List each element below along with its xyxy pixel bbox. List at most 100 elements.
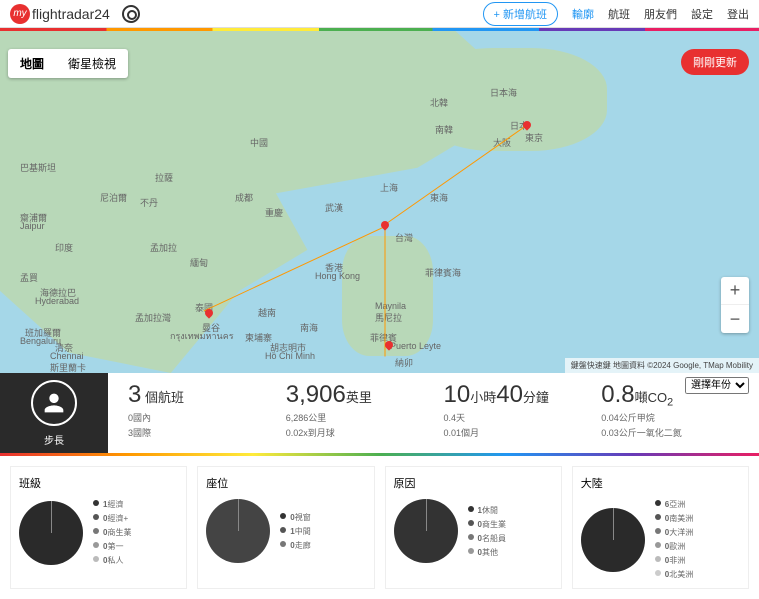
map-label: 拉薩	[155, 171, 173, 184]
logo-icon: my	[10, 4, 30, 24]
zoom-out-button[interactable]: −	[721, 305, 749, 333]
map-attribution: 鍵盤快速鍵 地圖資料 ©2024 Google, TMap Mobility	[565, 358, 759, 373]
donut-legend: 6亞洲 0南美洲 0大洋洲 0歐洲 0非洲 0北美洲	[655, 499, 693, 580]
stat-distance: 3,906英里 6,286公里 0.02x到月球	[276, 381, 434, 445]
donut-legend: 1休閒 0商生業 0名船員 0其他	[468, 505, 506, 558]
donut-chart	[394, 499, 458, 563]
map-label: 成都	[235, 191, 253, 204]
zoom-in-button[interactable]: +	[721, 277, 749, 305]
stat-flights: 3 個航班 0國內 3國際	[118, 381, 276, 445]
donut-chart	[206, 499, 270, 563]
map-label: Hyderabad	[35, 296, 79, 306]
nav-friends[interactable]: 朋友們	[644, 6, 677, 22]
map-label: Puerto Leyte	[390, 341, 441, 351]
stats-bar: 步長 選擇年份 3 個航班 0國內 3國際 3,906英里 6,286公里 0.…	[0, 373, 759, 453]
map-label: 斯里蘭卡	[50, 361, 86, 373]
map-type-toggle: 地圖 衛星檢視	[8, 49, 128, 78]
donut-legend: 1經濟 0經濟+ 0商生業 0第一 0私人	[93, 499, 131, 566]
map-label: 孟加拉灣	[135, 311, 171, 324]
map-label: 馬尼拉	[375, 311, 402, 324]
donut-title: 原因	[394, 475, 553, 491]
map-label: 南海	[300, 321, 318, 334]
refresh-icon[interactable]	[122, 5, 140, 23]
map-label: 緬甸	[190, 256, 208, 269]
map-label: 北韓	[430, 96, 448, 109]
map-label: 中國	[250, 136, 268, 149]
just-updated-badge: 剛剛更新	[681, 49, 749, 75]
avatar[interactable]	[31, 380, 77, 426]
map-label: 印度	[55, 241, 73, 254]
map-labels: 巴基斯坦尼泊爾齋浦爾Jaipur印度不丹緬甸孟加拉中國北韓南韓日本日本海大阪東京…	[0, 31, 759, 373]
legend-item: 1中間	[280, 526, 310, 537]
logo-text: flightradar24	[32, 6, 110, 22]
map-label: 東海	[430, 191, 448, 204]
donut-card: 班級 1經濟 0經濟+ 0商生業 0第一 0私人	[10, 466, 187, 589]
year-select[interactable]: 選擇年份	[685, 377, 749, 394]
nav-overview[interactable]: 輸廓	[572, 6, 594, 22]
nav-flights[interactable]: 航班	[608, 6, 630, 22]
nav-settings[interactable]: 設定	[691, 6, 713, 22]
legend-item: 0其他	[468, 547, 506, 558]
nav-logout[interactable]: 登出	[727, 6, 749, 22]
map-label: กรุงเทพมหานคร	[170, 329, 234, 343]
legend-item: 1休閒	[468, 505, 506, 516]
top-header: my flightradar24 + 新增航班 輸廓 航班 朋友們 設定 登出	[0, 0, 759, 28]
legend-item: 1經濟	[93, 499, 131, 510]
map-label: 尼泊爾	[100, 191, 127, 204]
map-label: 柬埔寨	[245, 331, 272, 344]
legend-item: 0歐洲	[655, 541, 693, 552]
map-label: 納卯	[395, 356, 413, 369]
donuts-section: 班級 1經濟 0經濟+ 0商生業 0第一 0私人 座位 0視窗1中間0走廊 原因 1休閒…	[0, 456, 759, 599]
donut-chart	[581, 508, 645, 572]
legend-item: 0大洋洲	[655, 527, 693, 538]
map-label: Hồ Chí Minh	[265, 351, 315, 361]
map-label: 巴基斯坦	[20, 161, 56, 174]
map-type-map[interactable]: 地圖	[8, 49, 56, 78]
top-nav: + 新增航班 輸廓 航班 朋友們 設定 登出	[483, 2, 749, 26]
map-label: 南韓	[435, 123, 453, 136]
legend-item: 0第一	[93, 541, 131, 552]
add-flight-button[interactable]: + 新增航班	[483, 2, 558, 26]
map-label: 孟買	[20, 271, 38, 284]
legend-item: 0商生業	[468, 519, 506, 530]
avatar-panel: 步長	[0, 373, 108, 453]
logo[interactable]: my flightradar24	[10, 4, 110, 24]
donut-chart	[19, 501, 83, 565]
zoom-controls: + −	[721, 277, 749, 333]
legend-item: 0私人	[93, 555, 131, 566]
avatar-name: 步長	[44, 432, 64, 447]
donut-card: 大陸 6亞洲 0南美洲 0大洋洲 0歐洲 0非洲 0北美洲	[572, 466, 749, 589]
legend-item: 0視窗	[280, 512, 310, 523]
legend-item: 0非洲	[655, 555, 693, 566]
donut-title: 座位	[206, 475, 365, 491]
legend-item: 0經濟+	[93, 513, 131, 524]
donut-title: 班級	[19, 475, 178, 491]
legend-item: 0北美洲	[655, 569, 693, 580]
user-icon	[40, 389, 68, 417]
map-label: Hong Kong	[315, 271, 360, 281]
legend-item: 0南美洲	[655, 513, 693, 524]
donut-legend: 0視窗1中間0走廊	[280, 512, 310, 551]
donut-card: 座位 0視窗1中間0走廊	[197, 466, 374, 589]
map-label: Chennai	[50, 351, 84, 361]
map-label: 武漢	[325, 201, 343, 214]
map-label: 日本海	[490, 86, 517, 99]
legend-item: 0商生業	[93, 527, 131, 538]
map-label: 越南	[258, 306, 276, 319]
map-label: 台灣	[395, 231, 413, 244]
legend-item: 0名船員	[468, 533, 506, 544]
stats-content: 選擇年份 3 個航班 0國內 3國際 3,906英里 6,286公里 0.02x…	[108, 373, 759, 453]
donut-title: 大陸	[581, 475, 740, 491]
stat-time: 10小時40分鐘 0.4天 0.01個月	[434, 381, 592, 445]
map-label: 菲律賓海	[425, 266, 461, 279]
map-label: Maynila	[375, 301, 406, 311]
map-label: 孟加拉	[150, 241, 177, 254]
map-label: 東京	[525, 131, 543, 144]
map-label: 上海	[380, 181, 398, 194]
legend-item: 6亞洲	[655, 499, 693, 510]
map-label: 不丹	[140, 196, 158, 209]
route-line	[385, 227, 386, 357]
map[interactable]: 巴基斯坦尼泊爾齋浦爾Jaipur印度不丹緬甸孟加拉中國北韓南韓日本日本海大阪東京…	[0, 31, 759, 373]
map-type-satellite[interactable]: 衛星檢視	[56, 49, 128, 78]
donut-card: 原因 1休閒 0商生業 0名船員 0其他	[385, 466, 562, 589]
